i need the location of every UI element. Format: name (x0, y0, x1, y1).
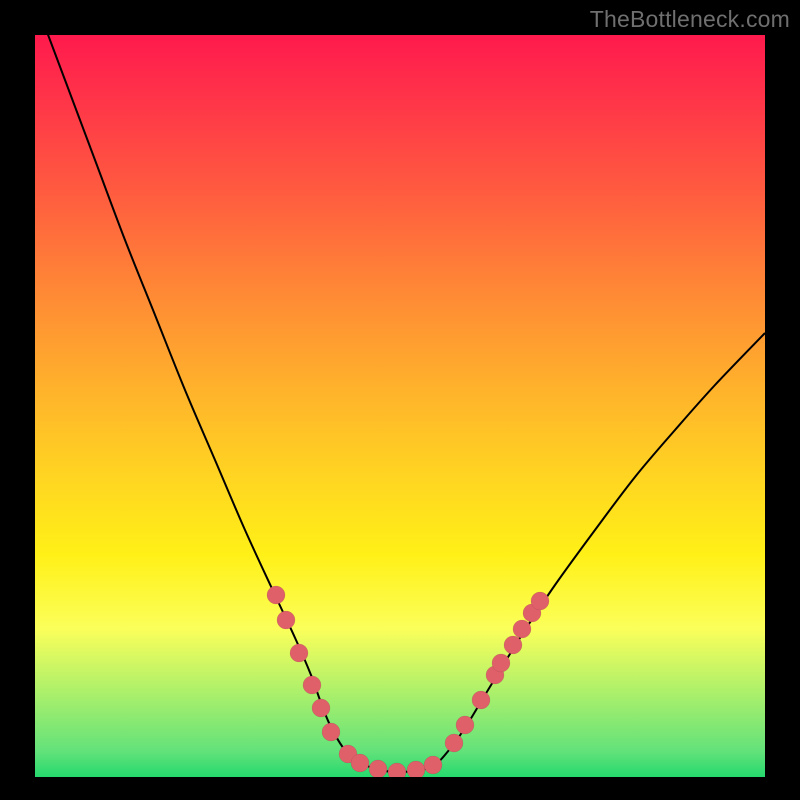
range-dot (407, 761, 425, 777)
bottleneck-curve (35, 35, 765, 777)
range-dot (445, 734, 463, 752)
range-dot (388, 763, 406, 777)
range-dot (513, 620, 531, 638)
range-dot (322, 723, 340, 741)
range-dot (290, 644, 308, 662)
range-dot (369, 760, 387, 777)
range-dot (303, 676, 321, 694)
range-dot (351, 754, 369, 772)
curve-path (35, 35, 765, 772)
range-dot (492, 654, 510, 672)
range-dot (277, 611, 295, 629)
range-dot (472, 691, 490, 709)
watermark-text: TheBottleneck.com (590, 6, 790, 33)
range-dot (267, 586, 285, 604)
range-dot (424, 756, 442, 774)
range-dot (531, 592, 549, 610)
chart-frame: TheBottleneck.com (0, 0, 800, 800)
plot-area (35, 35, 765, 777)
range-dot (504, 636, 522, 654)
range-dot (456, 716, 474, 734)
range-dot (312, 699, 330, 717)
